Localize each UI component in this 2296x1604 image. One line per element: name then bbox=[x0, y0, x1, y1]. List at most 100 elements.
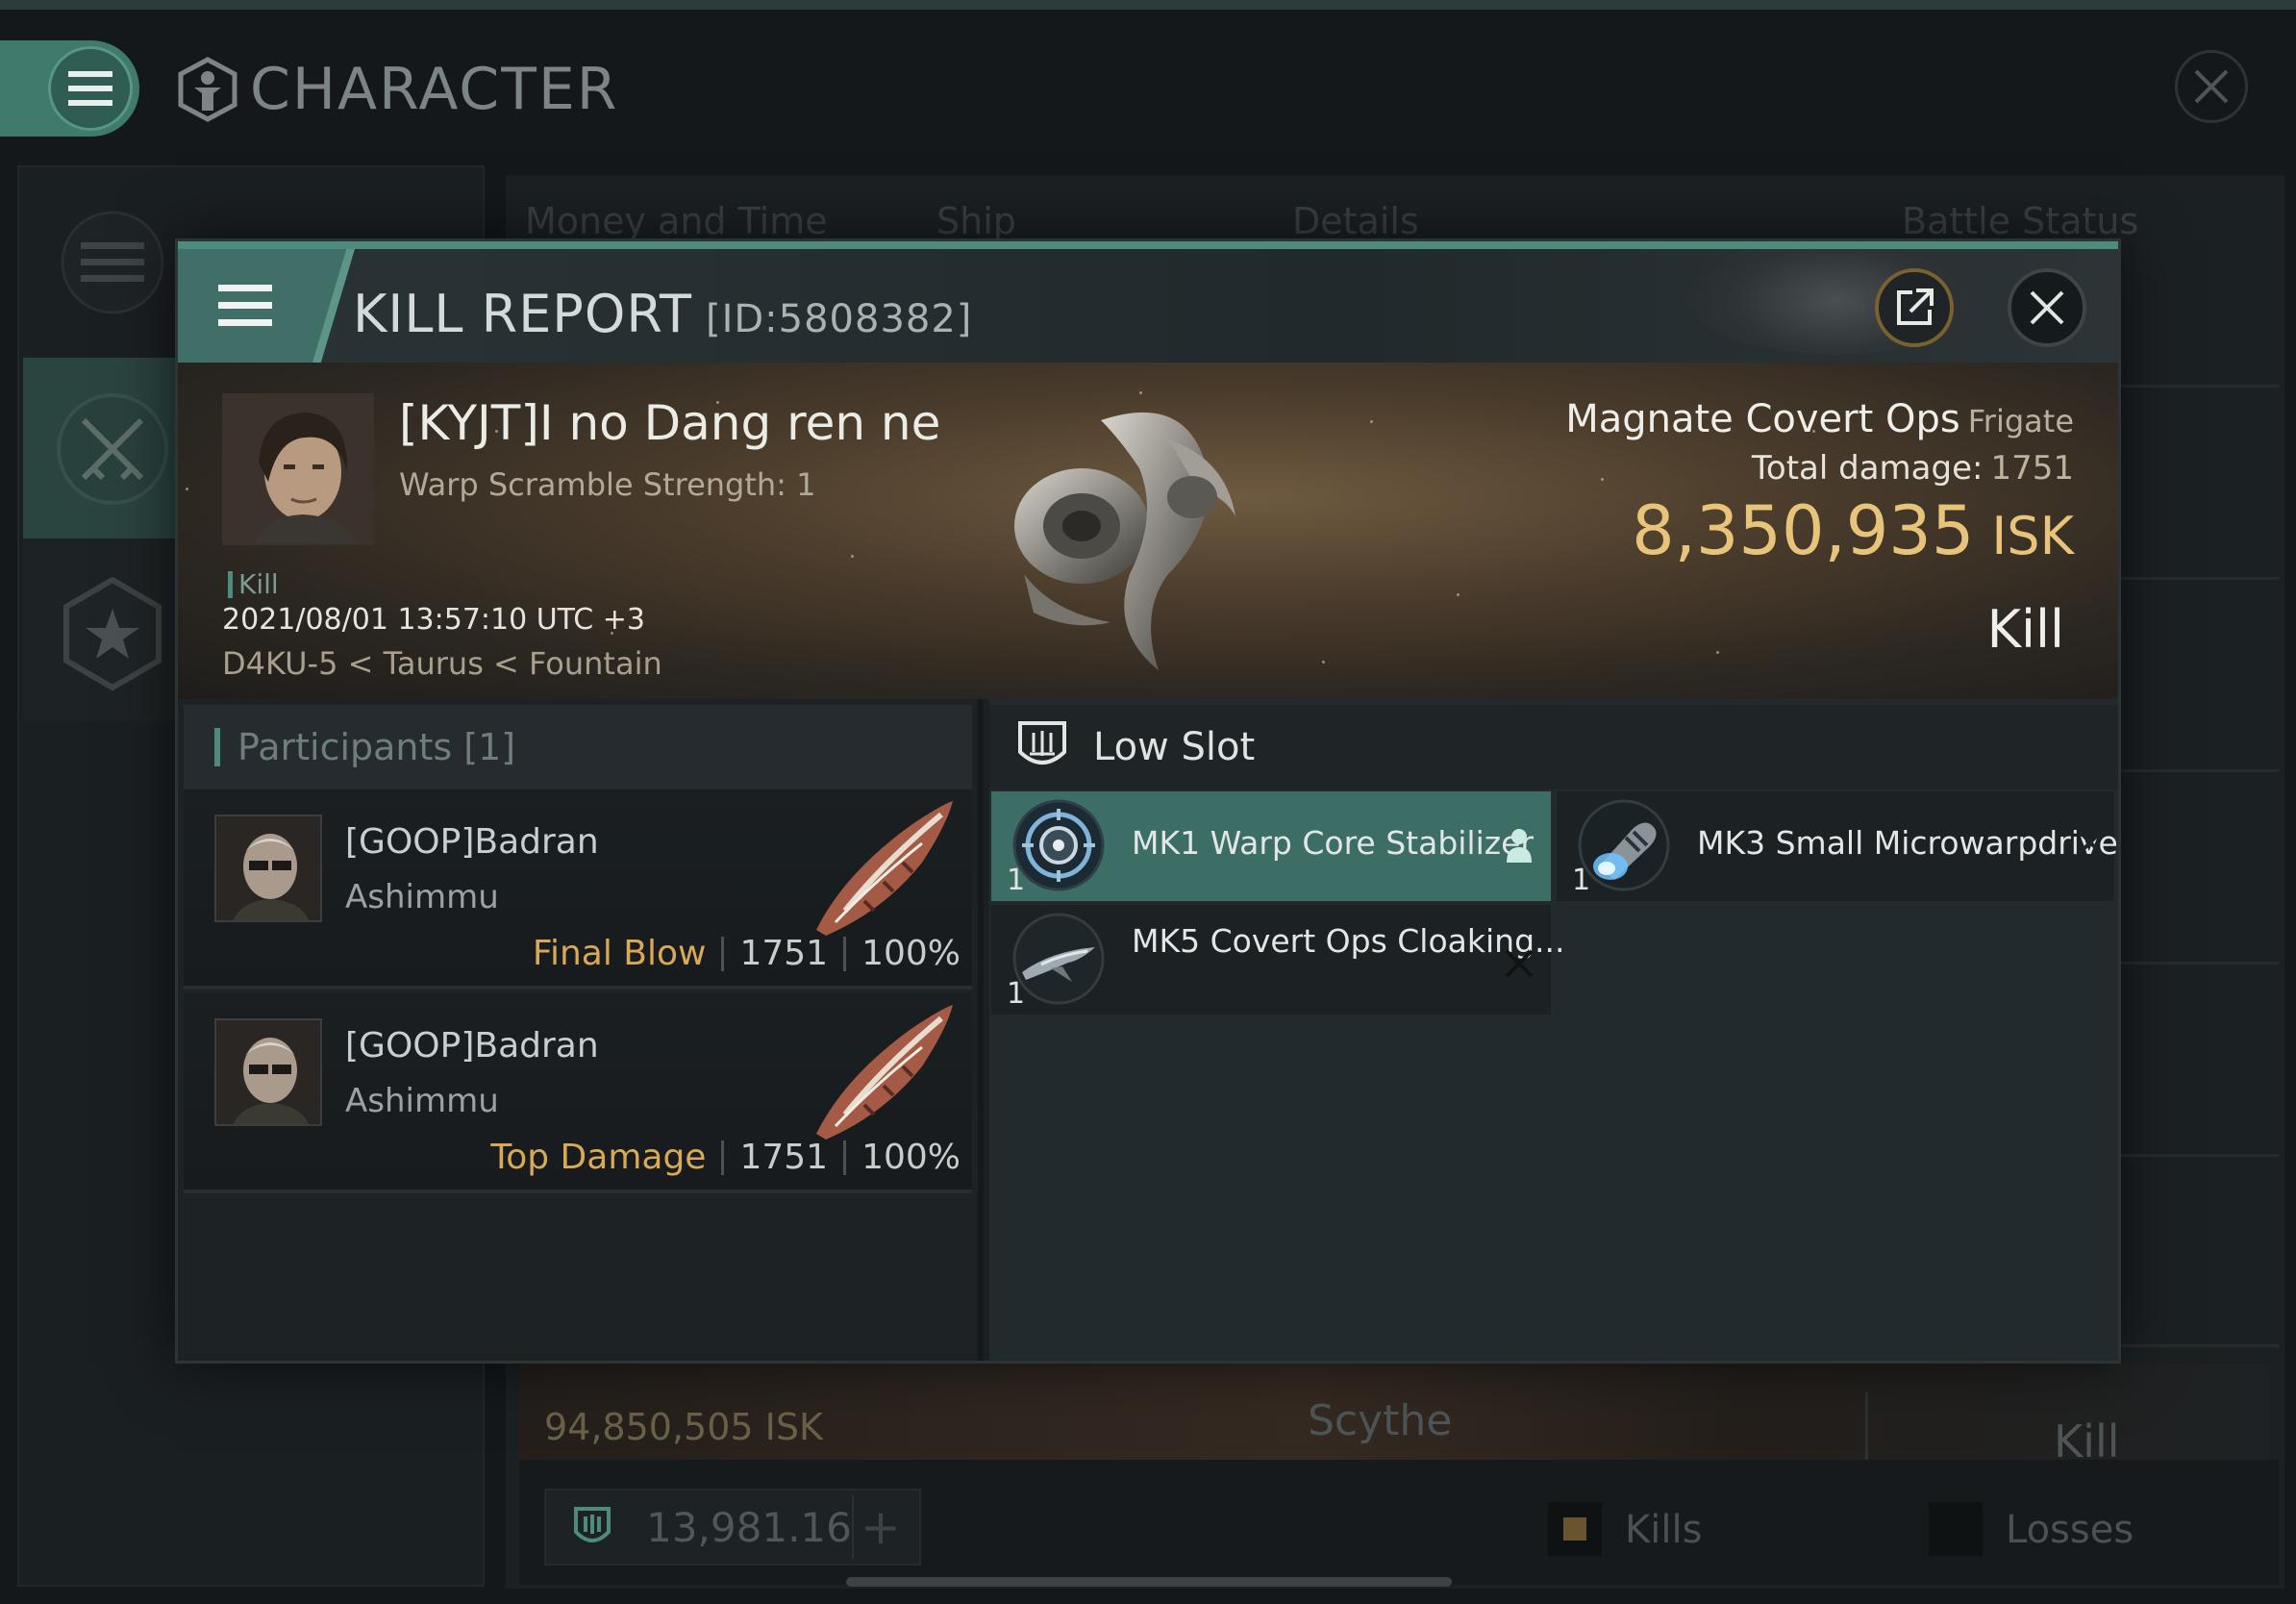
warp-core-stabilizer-icon bbox=[1012, 799, 1105, 891]
microwarpdrive-icon bbox=[1578, 799, 1670, 891]
module-name: MK3 Small Microwarpdrive bbox=[1697, 824, 2118, 862]
tab-money-and-time[interactable]: Money and Time bbox=[525, 200, 828, 242]
module-microwarpdrive[interactable]: 1 MK3 Small Microwarpdrive bbox=[1557, 791, 2118, 901]
modal-close-button[interactable] bbox=[2008, 268, 2086, 347]
losses-legend-label: Losses bbox=[2006, 1508, 2134, 1552]
top-stripe bbox=[0, 0, 2296, 10]
background-row-divider bbox=[1865, 1392, 1868, 1460]
modal-accent-line bbox=[178, 241, 2118, 249]
crossed-swords-icon bbox=[57, 393, 168, 505]
participant-card[interactable]: [GOOP]Badran Ashimmu Final Blow 1751 100… bbox=[184, 789, 972, 990]
report-id: [ID:5808382] bbox=[705, 297, 973, 341]
tab-details[interactable]: Details bbox=[1292, 200, 1419, 242]
modal-title: KILL REPORT [ID:5808382] bbox=[353, 284, 972, 344]
background-row-isk: 94,850,505 ISK bbox=[544, 1406, 823, 1448]
tab-battle-status[interactable]: Battle Status bbox=[1902, 200, 2138, 242]
isk-unit: ISK bbox=[1991, 506, 2074, 566]
victim-ship-type[interactable]: Magnate Covert Ops Frigate bbox=[1565, 397, 2074, 441]
main-menu-button[interactable] bbox=[0, 40, 139, 137]
ship-name: Magnate Covert Ops bbox=[1565, 397, 1960, 441]
app-close-button[interactable] bbox=[2175, 50, 2248, 123]
ship-class: Frigate bbox=[1967, 403, 2074, 439]
low-slot-header: Low Slot bbox=[989, 705, 2118, 789]
person-icon bbox=[1507, 829, 1532, 863]
participant-damage: 1751 bbox=[739, 1138, 829, 1177]
star-icon bbox=[63, 576, 162, 691]
destroyed-x-icon bbox=[2076, 828, 2105, 857]
victim-avatar bbox=[224, 395, 372, 543]
isk-amount: 8,350,935 bbox=[1632, 491, 1975, 570]
wallet-add-button[interactable]: + bbox=[851, 1495, 908, 1559]
modal-header: KILL REPORT [ID:5808382] bbox=[178, 249, 2118, 363]
module-name: MK5 Covert Ops Cloaking... bbox=[1132, 922, 1565, 960]
victim-name[interactable]: [KYJT]I no Dang ren ne bbox=[399, 395, 940, 451]
destroyed-x-icon bbox=[1505, 949, 1534, 978]
kill-banner: [KYJT]I no Dang ren ne Warp Scramble Str… bbox=[178, 363, 2118, 699]
total-damage-label: Total damage: bbox=[1751, 449, 1984, 488]
app-title: CHARACTER bbox=[175, 56, 618, 123]
modal-title-text: KILL REPORT bbox=[353, 284, 692, 344]
participant-portrait[interactable] bbox=[214, 815, 322, 922]
app-title-text: CHARACTER bbox=[250, 56, 619, 123]
participant-ship: Ashimmu bbox=[345, 1082, 499, 1120]
background-row-ship: Scythe bbox=[1308, 1396, 1453, 1445]
close-icon bbox=[2030, 290, 2064, 325]
losses-legend-swatch bbox=[1929, 1502, 1983, 1556]
kill-report-modal: KILL REPORT [ID:5808382] [KYJT]I no Dang… bbox=[175, 238, 2121, 1364]
module-warp-core-stabilizer[interactable]: 1 MK1 Warp Core Stabilizer bbox=[991, 791, 1551, 901]
low-slot-label: Low Slot bbox=[1093, 725, 1256, 769]
kills-legend-swatch bbox=[1548, 1502, 1602, 1556]
participant-role: Final Blow bbox=[532, 934, 707, 973]
wallet-icon bbox=[565, 1496, 619, 1558]
tab-ship[interactable]: Ship bbox=[936, 200, 1016, 242]
close-icon bbox=[2194, 69, 2229, 104]
participant-name[interactable]: [GOOP]Badran bbox=[345, 822, 599, 862]
participant-damage: 1751 bbox=[739, 934, 829, 973]
participant-percent: 100% bbox=[861, 1138, 961, 1177]
victim-portrait[interactable] bbox=[222, 393, 374, 545]
total-damage-value: 1751 bbox=[1990, 449, 2074, 488]
ashimmu-ship-icon bbox=[816, 1005, 953, 1140]
kill-location[interactable]: D4KU-5 < Taurus < Fountain bbox=[222, 645, 662, 682]
participant-avatar bbox=[216, 1020, 320, 1124]
participants-panel: Participants [1] [GOOP]Badran Ashimmu Fi… bbox=[178, 699, 984, 1361]
kill-timestamp: 2021/08/01 13:57:10 UTC +3 bbox=[222, 603, 645, 637]
participants-header: Participants [1] bbox=[184, 705, 972, 789]
side-favorites-button[interactable] bbox=[40, 562, 185, 706]
kill-tag: Kill bbox=[228, 568, 279, 600]
side-combat-button[interactable] bbox=[40, 377, 185, 521]
participant-avatar bbox=[216, 816, 320, 920]
participant-ship: Ashimmu bbox=[345, 878, 499, 916]
module-quantity: 1 bbox=[1007, 977, 1026, 1011]
list-icon bbox=[61, 211, 164, 314]
participant-percent: 100% bbox=[861, 934, 961, 973]
wallet-box: 13,981.16 + bbox=[544, 1489, 921, 1566]
external-link-icon bbox=[1897, 288, 1934, 325]
low-slot-panel: Low Slot 1 MK1 Warp Core Stabilizer 1 MK… bbox=[989, 699, 2118, 1361]
module-name: MK1 Warp Core Stabilizer bbox=[1132, 824, 1534, 862]
module-quantity: 1 bbox=[1007, 864, 1026, 897]
victim-warp-scramble: Warp Scramble Strength: 1 bbox=[399, 466, 816, 503]
module-quantity: 1 bbox=[1572, 864, 1591, 897]
hamburger-icon bbox=[218, 285, 272, 326]
participant-stats: Top Damage 1751 100% bbox=[490, 1138, 961, 1177]
side-menu-button[interactable] bbox=[40, 190, 185, 335]
kills-legend-label: Kills bbox=[1625, 1508, 1703, 1552]
character-icon bbox=[178, 57, 237, 122]
result-label: Kill bbox=[1986, 599, 2064, 660]
ashimmu-ship-icon bbox=[816, 801, 953, 936]
participant-card[interactable]: [GOOP]Badran Ashimmu Top Damage 1751 100… bbox=[184, 993, 972, 1193]
participant-portrait[interactable] bbox=[214, 1018, 322, 1126]
low-slot-icon bbox=[1018, 721, 1066, 764]
participant-role: Top Damage bbox=[490, 1138, 707, 1177]
isk-value: 8,350,935 ISK bbox=[1632, 491, 2074, 570]
participant-name[interactable]: [GOOP]Badran bbox=[345, 1026, 599, 1065]
background-row-lines bbox=[2115, 385, 2279, 1347]
module-covert-ops-cloaking[interactable]: 1 MK5 Covert Ops Cloaking... bbox=[991, 905, 1565, 1015]
victim-ship-render[interactable] bbox=[966, 382, 1293, 689]
participant-stats: Final Blow 1751 100% bbox=[533, 934, 961, 973]
horizontal-scrollbar[interactable] bbox=[846, 1577, 1452, 1587]
share-button[interactable] bbox=[1875, 268, 1954, 347]
wallet-value: 13,981.16 bbox=[646, 1503, 852, 1551]
cloaking-device-icon bbox=[1012, 913, 1105, 1005]
